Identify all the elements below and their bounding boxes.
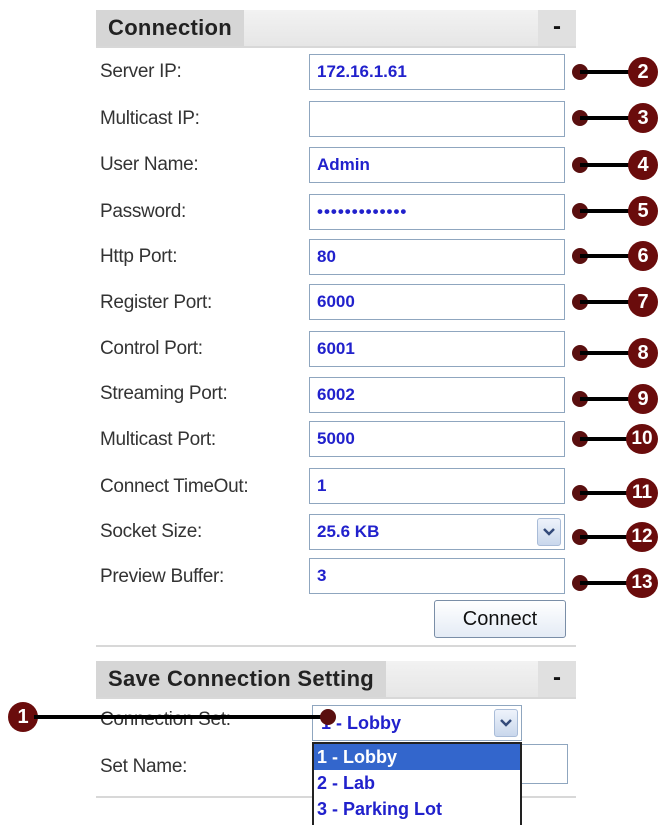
callout-line xyxy=(580,351,632,355)
save-setting-collapse-button[interactable]: - xyxy=(538,661,576,697)
callout-8: 8 xyxy=(572,338,658,368)
callout-line xyxy=(34,715,328,719)
callout-13: 13 xyxy=(572,568,658,598)
callout-line xyxy=(580,70,632,74)
connection-title: Connection xyxy=(96,10,244,46)
callout-12: 12 xyxy=(572,522,658,552)
chevron-down-icon[interactable] xyxy=(537,518,561,546)
callout-10: 10 xyxy=(572,424,658,454)
register-port-input[interactable]: 6000 xyxy=(309,284,565,320)
callout-line xyxy=(580,581,630,585)
socket-size-label: Socket Size: xyxy=(100,521,203,542)
callout-line xyxy=(580,397,632,401)
connection-set-select[interactable]: 1 - Lobby xyxy=(312,705,522,741)
callout-line xyxy=(580,535,630,539)
server-ip-label: Server IP: xyxy=(100,61,182,82)
register-port-label: Register Port: xyxy=(100,292,212,313)
connection-set-dropdown[interactable]: 1 - Lobby 2 - Lab 3 - Parking Lot xyxy=(312,742,522,825)
callout-6: 6 xyxy=(572,241,658,271)
callout-2: 2 xyxy=(572,57,658,87)
dropdown-option-selected[interactable]: 1 - Lobby xyxy=(314,744,520,770)
user-name-input[interactable]: Admin xyxy=(309,147,565,183)
socket-size-value: 25.6 KB xyxy=(317,522,380,541)
chevron-down-icon[interactable] xyxy=(494,709,518,737)
callout-number: 2 xyxy=(628,57,658,87)
connection-divider xyxy=(96,46,576,48)
connect-timeout-input[interactable]: 1 xyxy=(309,468,565,504)
socket-size-select[interactable]: 25.6 KB xyxy=(309,514,565,550)
callout-7: 7 xyxy=(572,287,658,317)
callout-number: 12 xyxy=(626,522,658,552)
callout-4: 4 xyxy=(572,150,658,180)
callout-3: 3 xyxy=(572,103,658,133)
callout-number: 4 xyxy=(628,150,658,180)
streaming-port-input[interactable]: 6002 xyxy=(309,377,565,413)
dropdown-option[interactable]: 2 - Lab xyxy=(314,770,520,796)
connect-timeout-label: Connect TimeOut: xyxy=(100,476,249,497)
callout-line xyxy=(580,491,630,495)
multicast-ip-label: Multicast IP: xyxy=(100,108,200,129)
save-setting-divider xyxy=(96,697,576,699)
dropdown-option[interactable]: 3 - Parking Lot xyxy=(314,796,520,822)
callout-line xyxy=(580,163,632,167)
streaming-port-label: Streaming Port: xyxy=(100,383,228,404)
callout-line xyxy=(580,209,632,213)
multicast-ip-input[interactable] xyxy=(309,101,565,137)
callout-line xyxy=(580,116,632,120)
callout-number: 5 xyxy=(628,196,658,226)
connection-header: Connection - xyxy=(96,10,576,46)
http-port-label: Http Port: xyxy=(100,246,178,267)
callout-1: 1 xyxy=(8,702,338,732)
callout-5: 5 xyxy=(572,196,658,226)
callout-dot xyxy=(320,709,336,725)
callout-number: 10 xyxy=(626,424,658,454)
control-port-input[interactable]: 6001 xyxy=(309,331,565,367)
save-setting-header: Save Connection Setting - xyxy=(96,661,576,697)
callout-number: 8 xyxy=(628,338,658,368)
set-name-label: Set Name: xyxy=(100,756,188,777)
callout-number: 9 xyxy=(628,384,658,414)
connect-button[interactable]: Connect xyxy=(434,600,566,638)
callout-line xyxy=(580,254,632,258)
control-port-label: Control Port: xyxy=(100,338,203,359)
user-name-label: User Name: xyxy=(100,154,199,175)
preview-buffer-input[interactable]: 3 xyxy=(309,558,565,594)
callout-number: 7 xyxy=(628,287,658,317)
http-port-input[interactable]: 80 xyxy=(309,239,565,275)
callout-number: 11 xyxy=(626,478,658,508)
callout-11: 11 xyxy=(572,478,658,508)
server-ip-input[interactable]: 172.16.1.61 xyxy=(309,54,565,90)
save-setting-top-divider xyxy=(96,645,576,647)
password-input[interactable]: ••••••••••••• xyxy=(309,194,565,230)
callout-line xyxy=(580,437,630,441)
connection-collapse-button[interactable]: - xyxy=(538,10,576,46)
password-label: Password: xyxy=(100,201,187,222)
callout-number: 3 xyxy=(628,103,658,133)
preview-buffer-label: Preview Buffer: xyxy=(100,566,224,587)
callout-number: 6 xyxy=(628,241,658,271)
callout-number: 13 xyxy=(626,568,658,598)
callout-line xyxy=(580,300,632,304)
save-setting-title: Save Connection Setting xyxy=(96,661,387,697)
multicast-port-input[interactable]: 5000 xyxy=(309,421,565,457)
callout-9: 9 xyxy=(572,384,658,414)
multicast-port-label: Multicast Port: xyxy=(100,429,216,450)
